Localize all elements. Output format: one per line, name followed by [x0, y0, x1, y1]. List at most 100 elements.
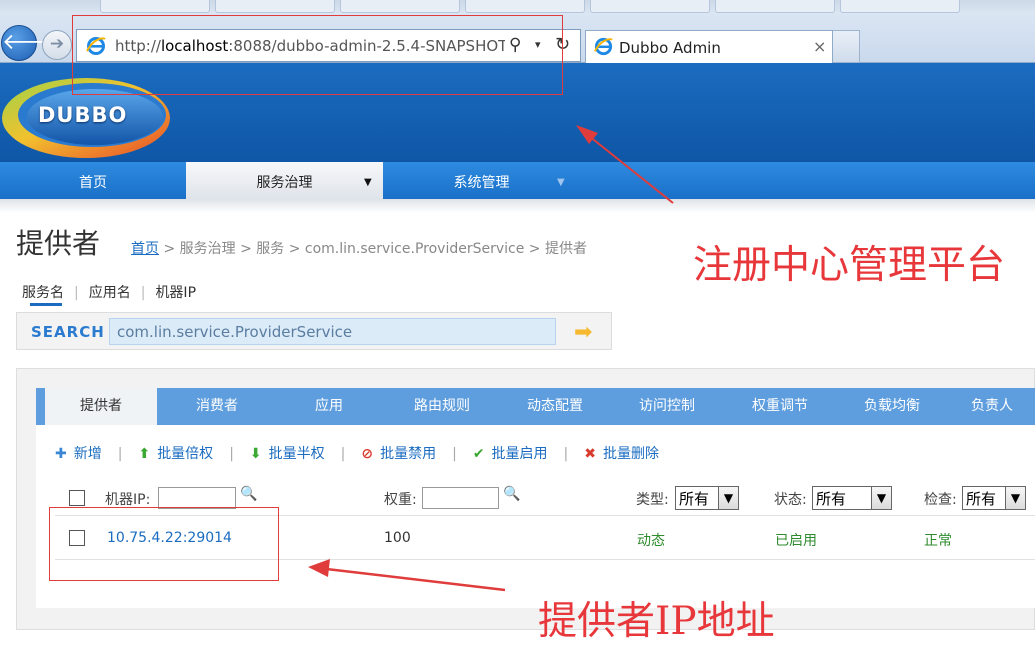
chevron-down-icon: ▼ — [718, 487, 738, 509]
check-column-label: 检查: — [924, 492, 957, 508]
breadcrumb-home-link[interactable]: 首页 — [131, 241, 159, 257]
ghost-tabstrip — [0, 0, 1035, 14]
search-tab-service[interactable]: 服务名 — [22, 282, 64, 302]
separator: | — [340, 446, 346, 462]
tab-routes[interactable]: 路由规则 — [386, 388, 498, 425]
nav-service-label: 服务治理 — [256, 175, 313, 191]
ghost-tab — [100, 0, 210, 13]
main-nav: 首页 服务治理 ▼ 系统管理 ▼ — [0, 162, 1035, 199]
chevron-down-icon: ▼ — [871, 487, 891, 509]
tab-providers[interactable]: 提供者 — [36, 388, 157, 425]
batch-disable-label: 批量禁用 — [380, 446, 437, 462]
ie-icon — [594, 37, 613, 56]
weight-filter-input[interactable] — [422, 487, 499, 509]
batch-delete-label: 批量删除 — [603, 446, 659, 462]
batch-half-weight-button[interactable]: ⬇ 批量半权 — [250, 443, 325, 463]
add-button-label: 新增 — [73, 446, 102, 462]
search-bar: SEARCH ➡ — [16, 312, 612, 350]
provider-status: 已启用 — [775, 533, 817, 549]
ghost-tab — [715, 0, 835, 13]
new-tab-button[interactable] — [833, 30, 860, 63]
provider-weight: 100 — [384, 530, 411, 546]
nav-home[interactable]: 首页 — [0, 162, 186, 199]
select-all-checkbox[interactable] — [69, 490, 85, 506]
separator: | — [452, 446, 457, 462]
arrow-up-icon: ⬆ — [138, 446, 151, 462]
annotation-box-ip — [49, 507, 279, 581]
breadcrumb: 首页 > 服务治理 > 服务 > com.lin.service.Provide… — [131, 238, 587, 258]
batch-double-weight-label: 批量倍权 — [157, 446, 214, 462]
batch-double-weight-button[interactable]: ⬆ 批量倍权 — [138, 443, 213, 463]
tab-consumers[interactable]: 消费者 — [161, 388, 273, 425]
check-icon: ✔ — [472, 446, 485, 462]
arrow-right-icon[interactable]: ➡ — [574, 320, 592, 345]
breadcrumb-path: > 服务治理 > 服务 > com.lin.service.ProviderSe… — [159, 241, 587, 257]
plus-icon: ✚ — [55, 446, 67, 462]
add-button[interactable]: ✚ 新增 — [55, 443, 102, 463]
nav-service-governance[interactable]: 服务治理 ▼ — [186, 162, 383, 199]
separator: | — [140, 285, 146, 301]
batch-delete-button[interactable]: ✖ 批量删除 — [584, 443, 659, 463]
tab-dynamic-config[interactable]: 动态配置 — [499, 388, 611, 425]
separator: | — [117, 446, 123, 462]
ip-filter-input[interactable] — [158, 487, 236, 509]
nav-system-management[interactable]: 系统管理 ▼ — [383, 162, 580, 199]
tab-access-control[interactable]: 访问控制 — [611, 388, 723, 425]
search-tab-application[interactable]: 应用名 — [89, 282, 131, 302]
provider-check: 正常 — [924, 533, 952, 549]
close-icon[interactable]: × — [813, 37, 826, 56]
status-filter-value: 所有 — [816, 490, 847, 508]
ghost-tab — [590, 0, 710, 13]
browser-tab-title: Dubbo Admin — [619, 39, 721, 57]
batch-enable-button[interactable]: ✔ 批量启用 — [473, 443, 548, 463]
ghost-tab — [215, 0, 335, 13]
provider-type: 动态 — [637, 533, 665, 549]
search-tab-ip[interactable]: 机器IP — [155, 282, 196, 302]
search-icon[interactable]: 🔍 — [240, 486, 257, 502]
batch-half-weight-label: 批量半权 — [268, 446, 325, 462]
browser-tab-active[interactable]: Dubbo Admin × — [585, 30, 833, 63]
type-column-label: 类型: — [636, 492, 669, 508]
nav-system-label: 系统管理 — [453, 175, 510, 191]
ghost-tab — [840, 0, 960, 13]
search-input[interactable] — [109, 318, 556, 345]
forward-arrow-icon[interactable]: ➔ — [42, 30, 72, 60]
batch-disable-button[interactable]: ⊘ 批量禁用 — [361, 443, 436, 463]
ghost-tab — [340, 0, 460, 13]
ghost-tab — [465, 0, 585, 13]
annotation-ip-text: 提供者IP地址 — [538, 599, 775, 644]
search-tab-underline — [30, 303, 62, 306]
forbidden-icon: ⊘ — [361, 446, 374, 462]
type-filter-select[interactable]: 所有 ▼ — [675, 486, 739, 510]
chevron-down-icon: ▼ — [1005, 487, 1025, 509]
status-filter-select[interactable]: 所有 ▼ — [812, 486, 892, 510]
tab-applications[interactable]: 应用 — [273, 388, 385, 425]
ip-column-label: 机器IP: — [105, 492, 151, 508]
separator: | — [229, 446, 234, 462]
action-toolbar: ✚ 新增 | ⬆ 批量倍权 | ⬇ 批量半权 | ⊘ 批量禁用 | ✔ 批量启用 | ✖ 批量删除 — [55, 443, 659, 463]
search-icon[interactable]: 🔍 — [503, 486, 520, 502]
detail-tabs: 提供者 消费者 应用 路由规则 动态配置 访问控制 权重调节 负载均衡 负责人 — [36, 388, 1035, 425]
annotation-registry-text: 注册中心管理平台 — [693, 243, 1006, 288]
type-filter-value: 所有 — [679, 490, 710, 508]
logo-text: DUBBO — [38, 103, 128, 127]
check-filter-value: 所有 — [966, 490, 997, 508]
search-label: SEARCH — [31, 323, 105, 341]
dropdown-arrow-icon: ▼ — [557, 177, 565, 188]
tab-weights[interactable]: 权重调节 — [724, 388, 836, 425]
check-filter-select[interactable]: 所有 ▼ — [962, 486, 1026, 510]
arrow-down-icon: ⬇ — [249, 446, 262, 462]
annotation-box-url — [72, 15, 563, 95]
separator: | — [563, 446, 569, 462]
cross-icon: ✖ — [584, 446, 596, 462]
dropdown-arrow-icon: ▼ — [364, 177, 372, 188]
separator: | — [74, 285, 79, 301]
batch-enable-label: 批量启用 — [491, 446, 548, 462]
nav-home-label: 首页 — [79, 175, 107, 191]
page-title: 提供者 — [16, 227, 101, 260]
nav-shadow — [0, 199, 1035, 213]
back-arrow-icon[interactable]: 🡐 — [1, 25, 61, 61]
search-type-tabs: 服务名 | 应用名 | 机器IP — [22, 282, 202, 302]
tab-owners[interactable]: 负责人 — [949, 388, 1035, 425]
tab-load-balance[interactable]: 负载均衡 — [836, 388, 948, 425]
